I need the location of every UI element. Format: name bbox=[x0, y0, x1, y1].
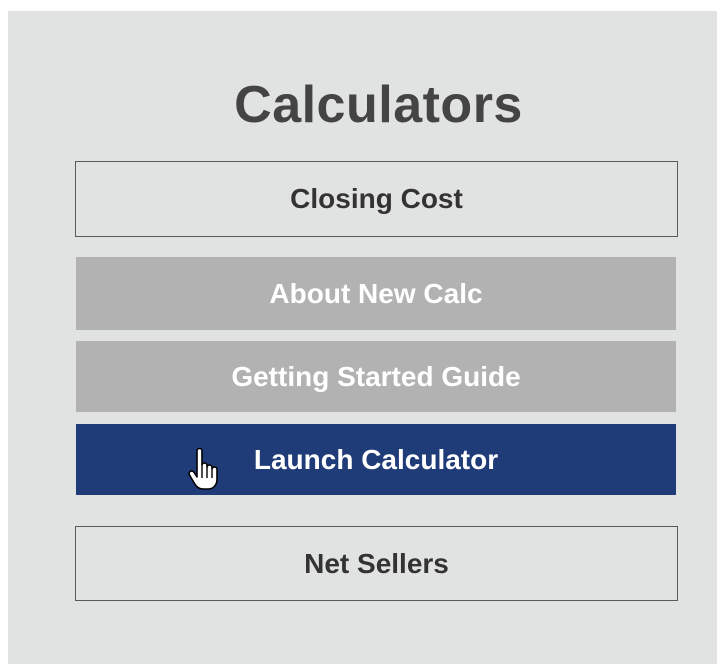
getting-started-guide-button[interactable]: Getting Started Guide bbox=[76, 341, 676, 412]
closing-cost-button[interactable]: Closing Cost bbox=[75, 161, 678, 237]
closing-cost-label: Closing Cost bbox=[290, 183, 463, 214]
getting-started-guide-label: Getting Started Guide bbox=[231, 360, 521, 392]
net-sellers-label: Net Sellers bbox=[304, 547, 449, 579]
calculators-panel: Calculators Closing Cost About New Calc … bbox=[8, 11, 717, 664]
panel-title: Calculators bbox=[234, 76, 523, 134]
launch-calculator-button[interactable]: Launch Calculator bbox=[76, 424, 676, 495]
net-sellers-button[interactable]: Net Sellers bbox=[75, 526, 678, 601]
hand-pointer-icon bbox=[188, 447, 222, 492]
about-new-calc-label: About New Calc bbox=[269, 277, 483, 309]
launch-calculator-label: Launch Calculator bbox=[253, 443, 499, 475]
about-new-calc-button[interactable]: About New Calc bbox=[76, 257, 676, 330]
